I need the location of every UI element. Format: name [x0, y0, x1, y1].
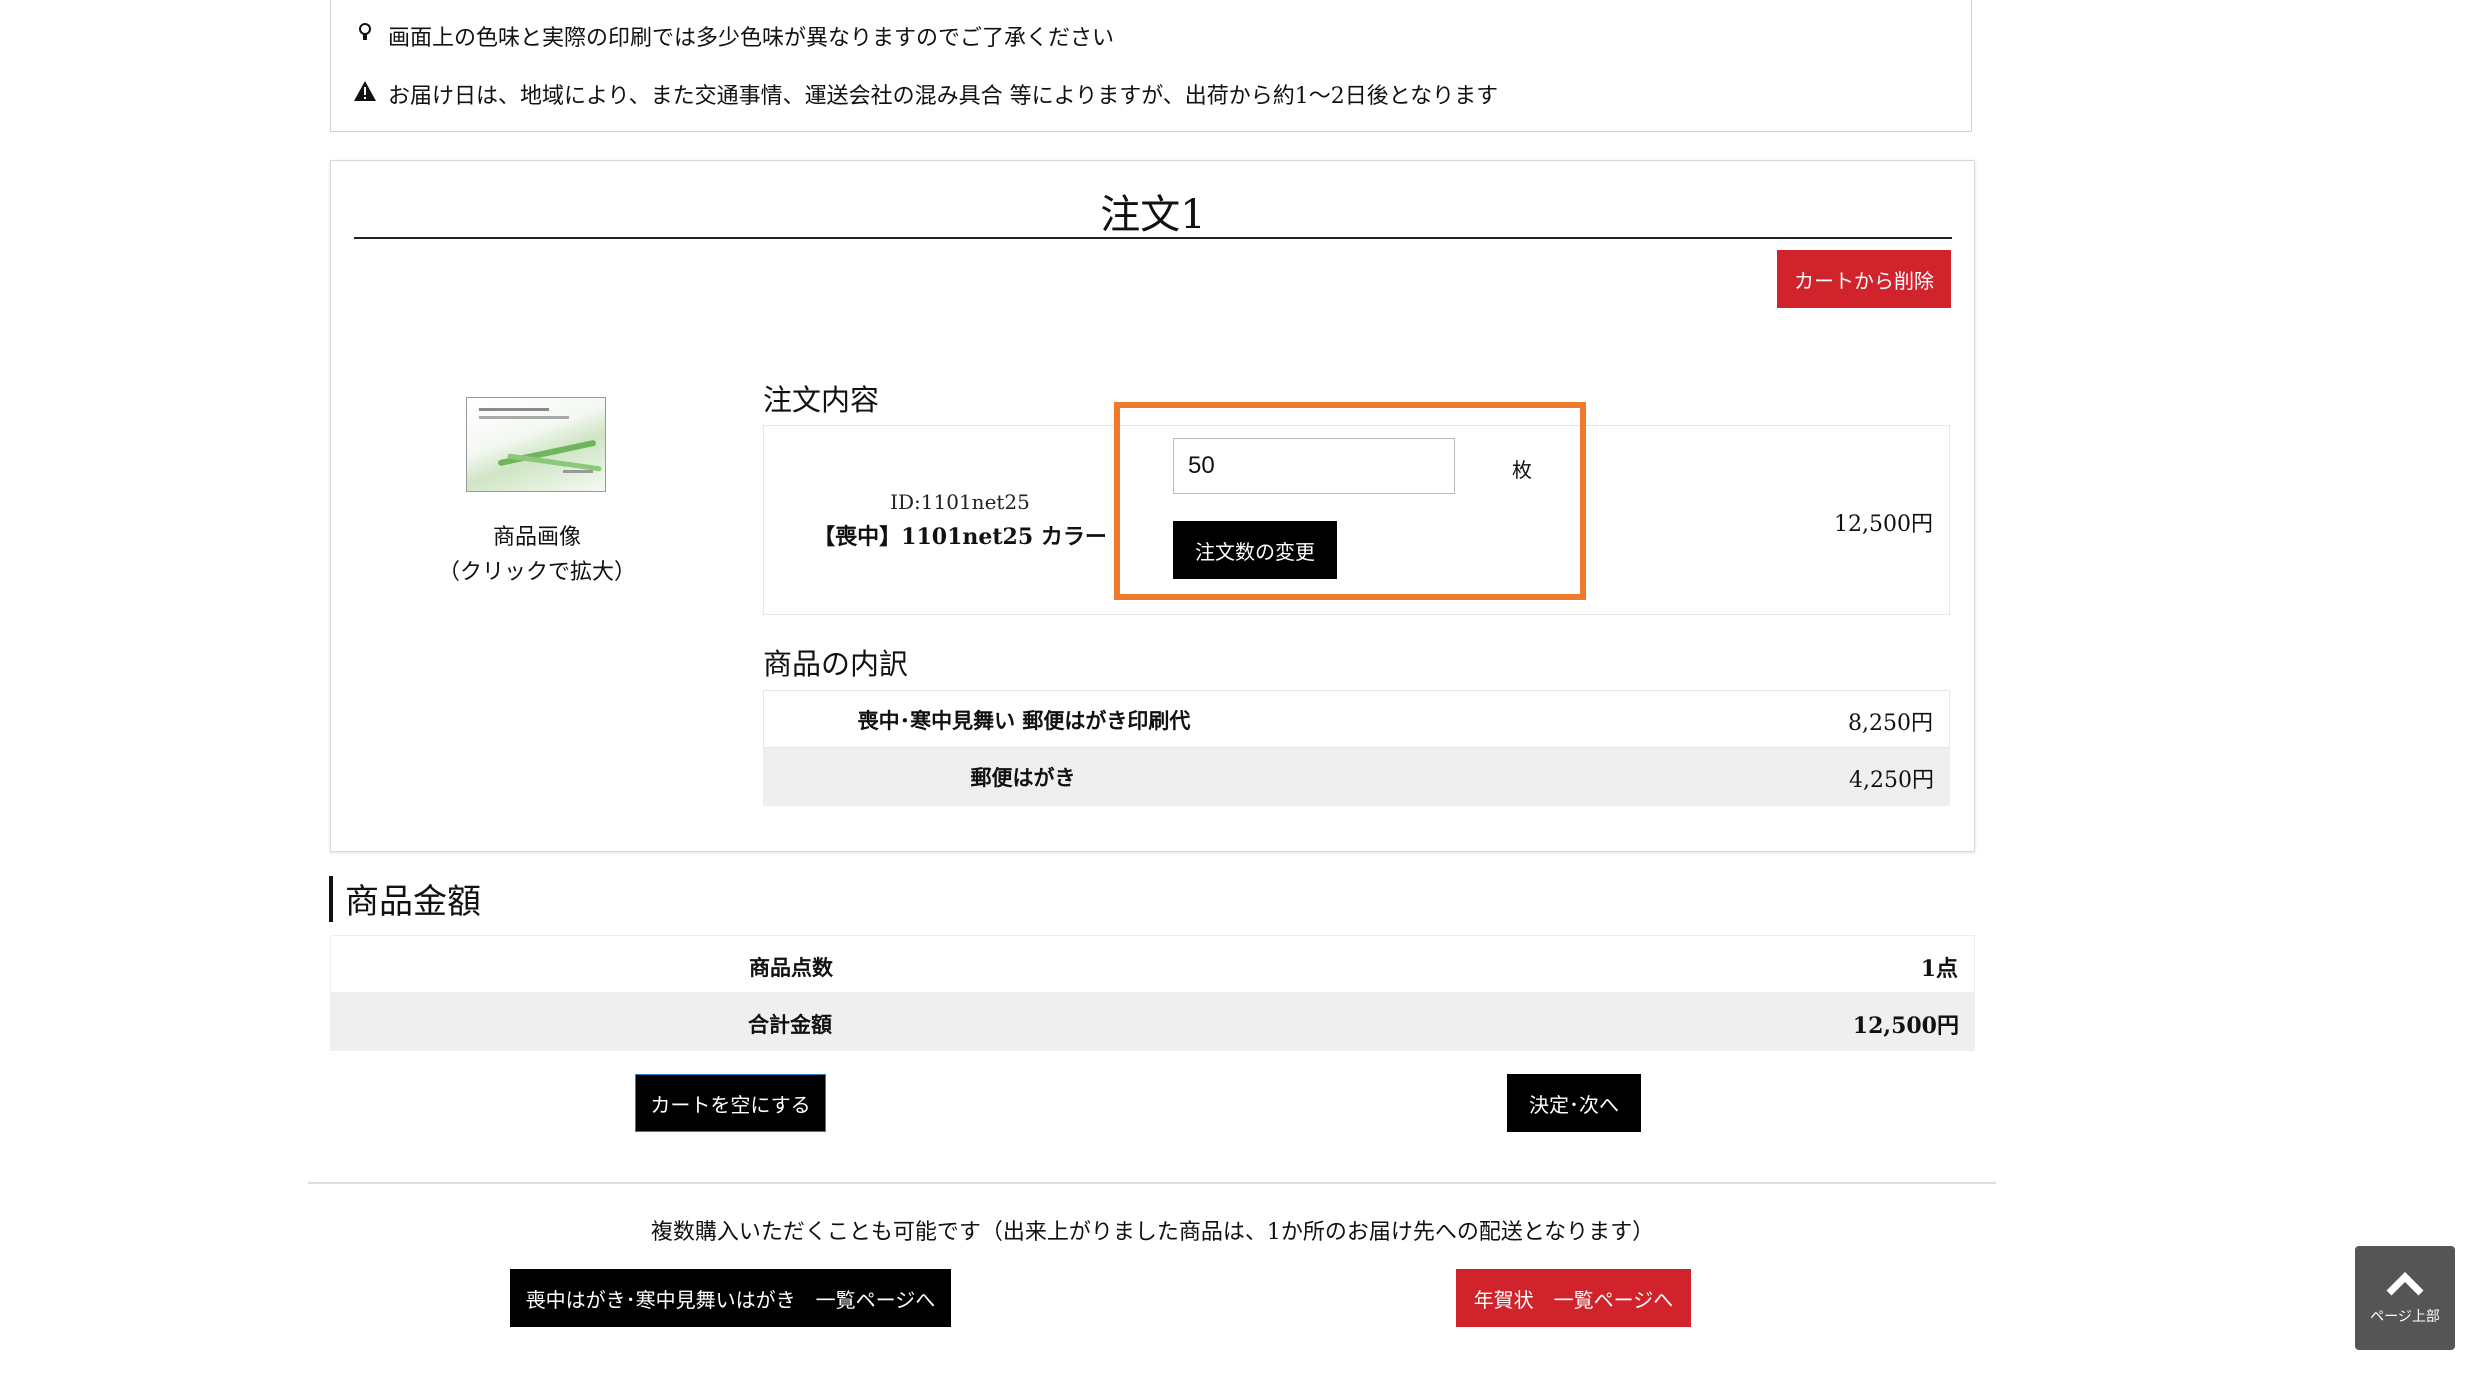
- amount-label: 商品点数: [749, 955, 833, 980]
- amount-row: 商品点数 1点: [330, 935, 1975, 993]
- page-top-button[interactable]: ページ上部: [2355, 1246, 2455, 1350]
- breakdown-row: 喪中･寒中見舞い 郵便はがき印刷代 8,250円: [763, 690, 1950, 748]
- breakdown-value: 4,250円: [1849, 768, 1934, 793]
- image-caption: 商品画像: [492, 525, 581, 550]
- color-notice-text: 画面上の色味と実際の印刷では多少色味が異なりますのでご了承ください: [388, 26, 1115, 51]
- lightbulb-icon: [352, 23, 378, 49]
- next-button[interactable]: 決定･次へ: [1507, 1074, 1641, 1132]
- item-id: ID:1101net25: [890, 490, 1030, 514]
- warning-icon: [352, 80, 378, 108]
- chevron-up-icon: [2385, 1271, 2425, 1302]
- section-divider: [308, 1182, 1996, 1184]
- empty-cart-button[interactable]: カートを空にする: [635, 1074, 826, 1132]
- item-name: 【喪中】1101net25 カラー: [813, 524, 1107, 550]
- product-thumbnail[interactable]: [466, 397, 606, 492]
- amount-row: 合計金額 12,500円: [330, 993, 1975, 1051]
- breakdown-label: 郵便はがき: [970, 765, 1076, 790]
- new-year-card-list-button[interactable]: 年賀状 一覧ページへ: [1456, 1269, 1691, 1327]
- order-contents-heading: 注文内容: [763, 383, 880, 417]
- delivery-notice: お届け日は、地域により、また交通事情、運送会社の混み具合 等によりますが、出荷か…: [352, 78, 1498, 110]
- multi-purchase-note: 複数購入いただくことも可能です（出来上がりました商品は、1か所のお届け先への配送…: [650, 1220, 1655, 1245]
- breakdown-row: 郵便はがき 4,250円: [763, 748, 1950, 806]
- breakdown-label: 喪中･寒中見舞い 郵便はがき印刷代: [857, 708, 1191, 733]
- item-price: 12,500円: [1834, 512, 1933, 537]
- delivery-notice-text: お届け日は、地域により、また交通事情、運送会社の混み具合 等によりますが、出荷か…: [388, 84, 1499, 109]
- breakdown-value: 8,250円: [1848, 711, 1933, 736]
- order-title: 注文1: [1100, 192, 1206, 238]
- heading-accent-bar: [329, 876, 333, 922]
- title-divider: [354, 237, 1952, 239]
- remove-from-cart-button[interactable]: カートから削除: [1777, 250, 1951, 308]
- page-top-label: ページ上部: [2370, 1307, 2440, 1324]
- amount-value: 12,500円: [1852, 1013, 1959, 1039]
- color-notice: 画面上の色味と実際の印刷では多少色味が異なりますのでご了承ください: [352, 20, 1114, 52]
- amount-heading: 商品金額: [345, 882, 481, 922]
- amount-label: 合計金額: [748, 1012, 832, 1037]
- quantity-highlight-box: [1114, 402, 1586, 600]
- mourning-card-list-button[interactable]: 喪中はがき･寒中見舞いはがき 一覧ページへ: [510, 1269, 951, 1327]
- breakdown-heading: 商品の内訳: [763, 647, 909, 681]
- image-caption-enlarge: （クリックで拡大）: [437, 560, 636, 585]
- amount-value: 1点: [1920, 956, 1958, 982]
